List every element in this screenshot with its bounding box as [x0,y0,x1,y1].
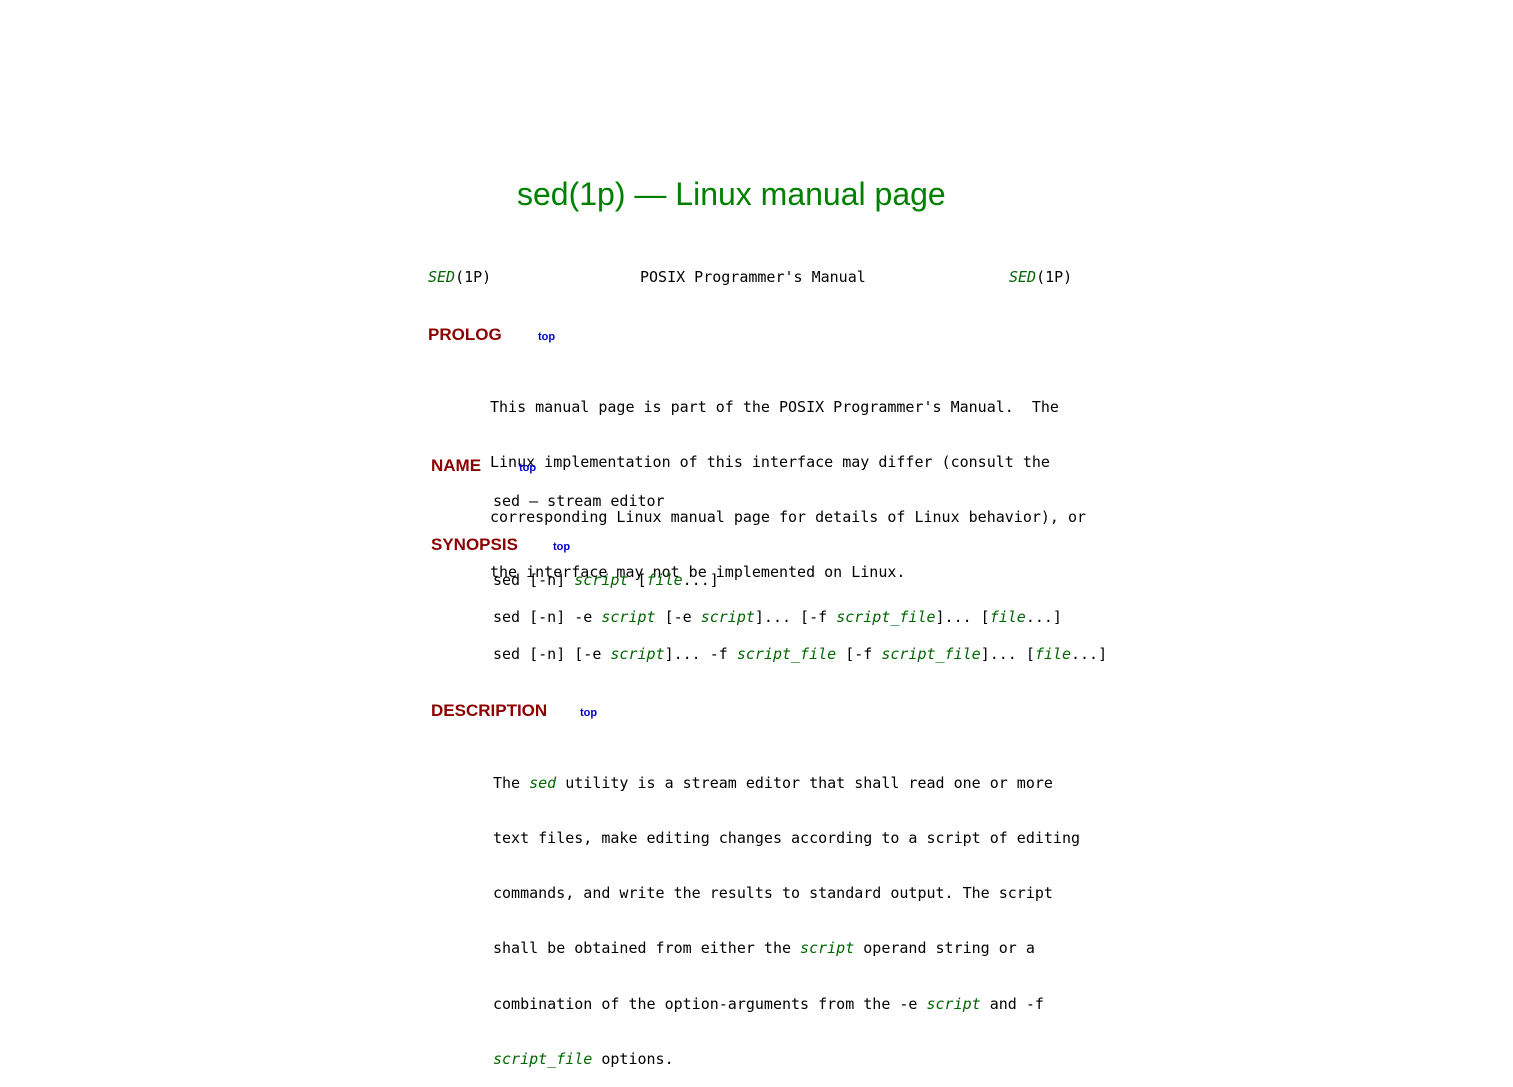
emphasized-term: file [989,608,1026,626]
emphasized-term: script [700,608,755,626]
text-segment: sed [-n] -e [493,608,602,626]
text-segment: -e [899,994,918,1013]
prolog-line: corresponding Linux manual page for deta… [490,508,1087,527]
description-line: combination of the option-arguments from… [493,995,1080,1013]
text-segment: [ [628,571,647,589]
text-segment: combination of the option-arguments from… [493,994,900,1013]
emphasized-term: file [646,571,683,589]
section-heading-name: NAME [431,456,482,475]
description-text: The sed utility is a stream editor that … [493,737,1080,1087]
header-left-section: (1P) [455,268,492,286]
text-segment: and [980,994,1026,1013]
synopsis-line: sed [-n] [-e script]... -f script_file [… [493,645,1107,663]
top-link-name[interactable]: top [519,461,536,475]
text-segment: utility is a stream editor that shall re… [556,773,1053,792]
emphasized-term: script [601,608,656,626]
header-right-section: (1P) [1036,268,1073,286]
text-segment: sed [-n] [-e [493,645,611,663]
description-line: text files, make editing changes accordi… [493,829,1080,847]
emphasized-term: script [610,645,665,663]
emphasized-term: script [800,939,855,958]
text-segment: [-e [655,608,701,626]
text-segment: text files, make editing changes accordi… [493,829,1080,848]
section-heading-prolog: PROLOG [428,325,502,344]
header-left-name: SED [428,268,456,286]
text-segment: ]... [-f [754,608,837,626]
text-segment: ]... [ [935,608,990,626]
emphasized-term: script [574,571,629,589]
section-heading-description: DESCRIPTION [431,701,548,720]
emphasized-term: script_file [736,645,837,663]
text-segment: commands, and write the results to stand… [493,884,1053,903]
top-link-description[interactable]: top [580,706,597,720]
prolog-text: This manual page is part of the POSIX Pr… [490,361,1086,600]
synopsis-line: sed [-n] -e script [-e script]... [-f sc… [493,608,1062,626]
description-line: shall be obtained from either the script… [493,939,1080,957]
text-segment: The [493,773,530,792]
emphasized-term: script_file [881,645,981,663]
text-segment: ...] [682,571,719,589]
text-segment: -f [1025,994,1044,1013]
text-segment: [-f [836,645,882,663]
name-text: sed — stream editor [493,492,665,510]
page-title: sed(1p) — Linux manual page [517,176,946,212]
header-right: SED(1P) [1009,268,1072,286]
text-segment: options. [592,1049,674,1068]
emphasized-term: script_file [836,608,936,626]
prolog-line: Linux implementation of this interface m… [490,453,1050,472]
emphasized-term: sed [529,773,557,792]
synopsis-line: sed [-n] script [file...] [493,571,719,589]
description-line: commands, and write the results to stand… [493,884,1080,902]
emphasized-term: file [1034,645,1071,663]
text-segment: sed [-n] [493,571,575,589]
text-segment: ...] [1025,608,1062,626]
emphasized-term: script [926,994,981,1013]
header-right-name: SED [1009,268,1037,286]
header-center: POSIX Programmer's Manual [640,268,866,286]
top-link-prolog[interactable]: top [538,330,555,344]
text-segment: ...] [1071,645,1108,663]
prolog-line: This manual page is part of the POSIX Pr… [490,397,1059,416]
emphasized-term: script_file [493,1049,593,1068]
text-segment: ]... -f [664,645,737,663]
text-segment [917,995,926,1013]
text-segment: operand string or a [854,939,1035,958]
top-link-synopsis[interactable]: top [553,540,570,554]
header-left: SED(1P) [428,268,491,286]
description-line: The sed utility is a stream editor that … [493,774,1080,792]
text-segment: ]... [ [980,645,1035,663]
section-heading-synopsis: SYNOPSIS [431,535,518,554]
text-segment: shall be obtained from either the [493,939,801,958]
description-line: script_file options. [493,1050,1080,1068]
